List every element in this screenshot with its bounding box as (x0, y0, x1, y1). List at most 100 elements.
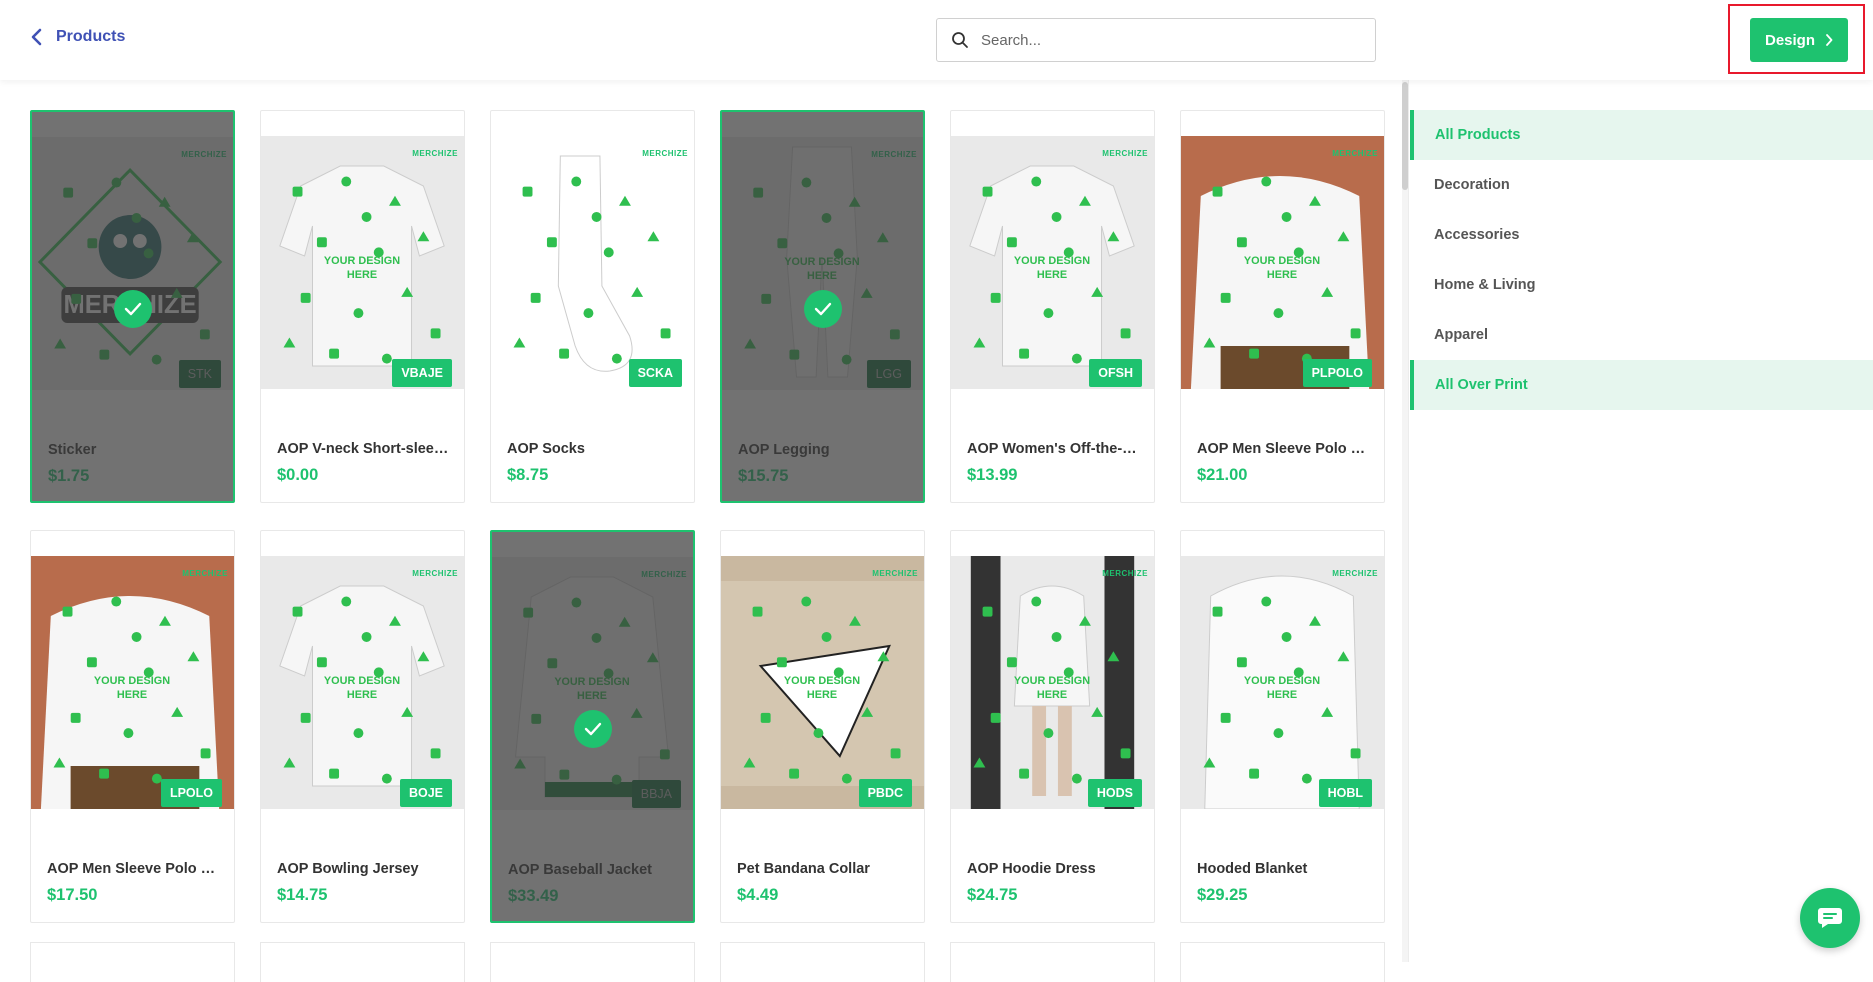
product-card[interactable]: YOUR DESIGN HERE MERCHIZE OFSH AOP Women'… (950, 110, 1155, 503)
sku-badge: LPOLO (160, 779, 222, 807)
product-price: $8.75 (507, 466, 549, 484)
merchize-logo: MERCHIZE (1332, 569, 1378, 578)
product-price: $24.75 (967, 886, 1018, 904)
svg-text:YOUR DESIGN: YOUR DESIGN (1244, 675, 1320, 687)
product-title: AOP Women's Off-the-s... (967, 441, 1142, 457)
category-sidebar: All Products Decoration Accessories Home & … (1408, 80, 1873, 962)
design-button-label: Design (1764, 31, 1815, 49)
merchize-logo: MERCHIZE (182, 569, 228, 578)
svg-text:HERE: HERE (1267, 269, 1297, 281)
top-header: Products Design (0, 0, 1873, 80)
sku-badge: SCKA (628, 359, 682, 387)
checkmark-icon (113, 290, 152, 328)
chat-icon (1818, 908, 1842, 928)
back-to-products-link[interactable]: Products (30, 28, 125, 46)
checkmark-icon (573, 710, 612, 748)
hoodie-dress-image: YOUR DESIGN HERE (951, 556, 1154, 809)
product-card[interactable]: YOUR DESIGN HERE MERCHIZE PLPOLO AOP Men … (1180, 110, 1385, 503)
vneck-shirt-image: YOUR DESIGN HERE (261, 136, 464, 389)
sku-badge: HOBL (1318, 779, 1372, 807)
category-all-over-print[interactable]: All Over Print (1410, 360, 1873, 410)
merchize-logo: MERCHIZE (1102, 149, 1148, 158)
category-decoration[interactable]: Decoration (1410, 160, 1873, 210)
product-card[interactable]: MERCHIZE MERCHIZE STK Sticker $1.75 (30, 110, 235, 503)
svg-text:HERE: HERE (1037, 689, 1067, 701)
product-card[interactable] (950, 942, 1155, 982)
sku-badge: HODS (1087, 779, 1142, 807)
product-card[interactable]: YOUR DESIGN HERE MERCHIZE VBAJE AOP V-nec… (260, 110, 465, 503)
chat-button[interactable] (1800, 888, 1860, 948)
merchize-logo: MERCHIZE (642, 149, 688, 158)
chevron-right-icon (1826, 34, 1833, 46)
product-card[interactable] (490, 942, 695, 982)
svg-text:HERE: HERE (1267, 689, 1297, 701)
svg-text:YOUR DESIGN: YOUR DESIGN (1014, 675, 1090, 687)
product-title: AOP Men Sleeve Polo S... (47, 861, 222, 877)
product-price: $17.50 (47, 886, 98, 904)
svg-text:YOUR DESIGN: YOUR DESIGN (324, 255, 400, 267)
merchize-logo: MERCHIZE (412, 569, 458, 578)
product-card[interactable] (30, 942, 235, 982)
product-title: AOP Hoodie Dress (967, 861, 1096, 877)
product-price: $21.00 (1197, 466, 1248, 484)
socks-image (491, 136, 694, 389)
design-button[interactable]: Design (1750, 18, 1848, 62)
bandana-image: YOUR DESIGN HERE (721, 556, 924, 809)
merchize-logo: MERCHIZE (872, 569, 918, 578)
category-home-living[interactable]: Home & Living (1410, 260, 1873, 310)
womens-top-image: YOUR DESIGN HERE (951, 136, 1154, 389)
svg-text:YOUR DESIGN: YOUR DESIGN (324, 675, 400, 687)
category-accessories[interactable]: Accessories (1410, 210, 1873, 260)
product-title: Pet Bandana Collar (737, 861, 870, 877)
sku-badge: PLPOLO (1302, 359, 1372, 387)
product-card[interactable]: MERCHIZE SCKA AOP Socks $8.75 (490, 110, 695, 503)
product-title: AOP Bowling Jersey (277, 861, 419, 877)
svg-text:HERE: HERE (807, 689, 837, 701)
search-icon (952, 32, 968, 48)
product-card[interactable]: YOUR DESIGN HERE MERCHIZE HOBL Hooded Bla… (1180, 530, 1385, 923)
product-title: AOP V-neck Short-sleev... (277, 441, 452, 457)
sku-badge: PBDC (858, 779, 912, 807)
svg-text:YOUR DESIGN: YOUR DESIGN (1244, 255, 1320, 267)
product-card[interactable]: YOUR DESIGN HERE MERCHIZE LPOLO AOP Men S… (30, 530, 235, 923)
back-link-label: Products (56, 28, 126, 45)
svg-text:HERE: HERE (117, 689, 147, 701)
merchize-logo: MERCHIZE (1102, 569, 1148, 578)
checkmark-icon (803, 290, 842, 328)
chevron-left-icon (31, 28, 42, 46)
svg-text:HERE: HERE (347, 269, 377, 281)
product-price: $29.25 (1197, 886, 1248, 904)
category-apparel[interactable]: Apparel (1410, 310, 1873, 360)
product-card[interactable]: YOUR DESIGNHERE MERCHIZE BBJA AOP Baseba… (490, 530, 695, 923)
svg-text:HERE: HERE (1037, 269, 1067, 281)
product-title: Hooded Blanket (1197, 861, 1308, 877)
product-price: $0.00 (277, 466, 319, 484)
product-card[interactable]: YOUR DESIGN HERE MERCHIZE BOJE AOP Bowlin… (260, 530, 465, 923)
product-price: $14.75 (277, 886, 328, 904)
search-input[interactable] (981, 31, 1361, 49)
polo-model-image: YOUR DESIGN HERE (1181, 136, 1384, 389)
product-price: $13.99 (967, 466, 1018, 484)
search-box[interactable] (936, 18, 1376, 62)
product-grid: MERCHIZE MERCHIZE STK Sticker $1.75 YOUR… (30, 110, 1385, 982)
svg-text:HERE: HERE (347, 689, 377, 701)
category-all-products[interactable]: All Products (1410, 110, 1873, 160)
svg-text:YOUR DESIGN: YOUR DESIGN (1014, 255, 1090, 267)
sku-badge: OFSH (1089, 359, 1142, 387)
product-card[interactable]: YOUR DESIGNHERE MERCHIZE LGG AOP Legging… (720, 110, 925, 503)
product-card[interactable] (720, 942, 925, 982)
merchize-logo: MERCHIZE (1332, 149, 1378, 158)
polo-model-image: YOUR DESIGN HERE (31, 556, 234, 809)
svg-text:YOUR DESIGN: YOUR DESIGN (94, 675, 170, 687)
merchize-logo: MERCHIZE (412, 149, 458, 158)
product-card[interactable]: YOUR DESIGN HERE MERCHIZE PBDC Pet Bandan… (720, 530, 925, 923)
product-title: AOP Socks (507, 441, 585, 457)
sku-badge: VBAJE (392, 359, 452, 387)
product-card[interactable]: YOUR DESIGN HERE MERCHIZE HODS AOP Hoodie… (950, 530, 1155, 923)
svg-text:YOUR DESIGN: YOUR DESIGN (784, 675, 860, 687)
product-card[interactable] (1180, 942, 1385, 982)
product-title: AOP Men Sleeve Polo S... (1197, 441, 1372, 457)
bowling-jersey-image: YOUR DESIGN HERE (261, 556, 464, 809)
product-card[interactable] (260, 942, 465, 982)
hooded-blanket-image: YOUR DESIGN HERE (1181, 556, 1384, 809)
